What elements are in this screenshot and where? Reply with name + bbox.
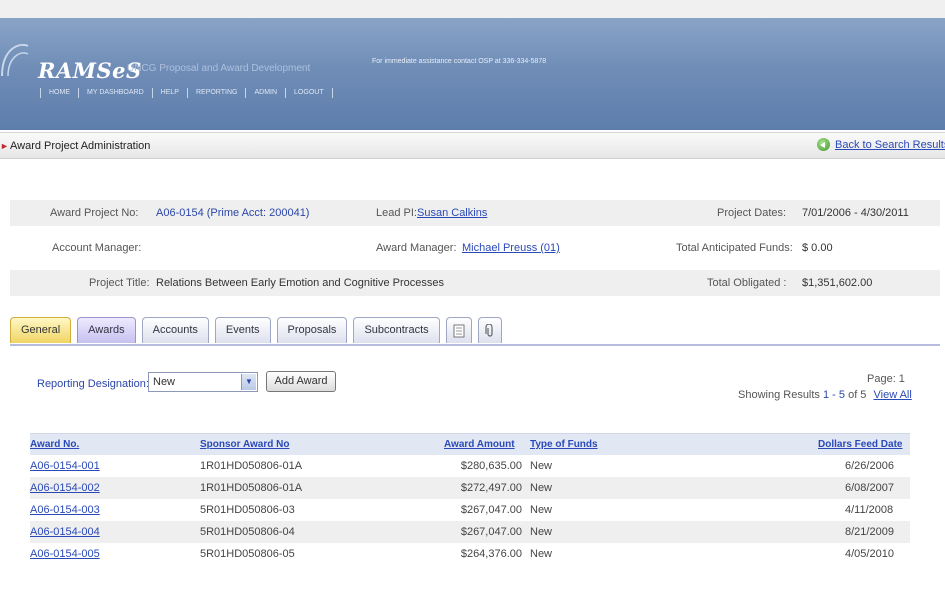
results-summary: Showing Results 1 - 5 of 5 View All [738, 389, 912, 401]
document-icon [453, 324, 465, 337]
lead-pi-link[interactable]: Susan Calkins [417, 207, 487, 219]
tab-divider [10, 344, 940, 346]
lead-pi-label: Lead PI: [376, 207, 417, 219]
award-project-no-label: Award Project No: [50, 207, 139, 219]
award-project-no-value: A06-0154 (Prime Acct: 200041) [156, 207, 310, 219]
dollars-feed-date: 8/21/2009 [845, 526, 894, 538]
col-award-no[interactable]: Award No. [30, 439, 79, 450]
back-arrow-icon[interactable] [817, 138, 830, 151]
type-of-funds: New [530, 482, 553, 494]
project-title-label: Project Title: [89, 277, 150, 289]
paperclip-icon [485, 323, 493, 337]
award-no-link[interactable]: A06-0154-005 [30, 548, 100, 560]
award-amount: $267,047.00 [460, 526, 522, 538]
project-dates-value: 7/01/2006 - 4/30/2011 [802, 207, 909, 219]
tab-bar: General Awards Accounts Events Proposals… [10, 317, 508, 345]
type-of-funds: New [530, 548, 553, 560]
award-no-link[interactable]: A06-0154-001 [30, 460, 100, 472]
page-title: Award Project Administration [10, 140, 151, 152]
top-strip [0, 0, 945, 18]
reporting-designation-value: New [153, 376, 176, 388]
nav-reporting[interactable]: REPORTING [186, 88, 246, 98]
col-type-of-funds[interactable]: Type of Funds [530, 439, 598, 450]
reporting-designation-label: Reporting Designation: [37, 378, 149, 390]
tab-awards[interactable]: Awards [77, 317, 136, 343]
award-manager-link[interactable]: Michael Preuss (01) [462, 242, 560, 254]
reporting-designation-select[interactable]: New ▼ [148, 372, 258, 392]
add-award-button[interactable]: Add Award [266, 371, 336, 392]
sponsor-award-no: 5R01HD050806-05 [200, 548, 295, 560]
tab-general[interactable]: General [10, 317, 72, 343]
tab-events[interactable]: Events [214, 317, 271, 343]
showing-total: of 5 [848, 389, 867, 401]
col-award-amount[interactable]: Award Amount [444, 439, 515, 450]
main-nav: HOME MY DASHBOARD HELP REPORTING ADMIN L… [40, 86, 333, 100]
dollars-feed-date: 4/05/2010 [845, 548, 894, 560]
dollars-feed-date: 6/26/2006 [845, 460, 894, 472]
total-anticipated-label: Total Anticipated Funds: [676, 242, 793, 254]
showing-range: 1 - 5 [823, 389, 846, 401]
award-no-link[interactable]: A06-0154-003 [30, 504, 100, 516]
info-row: Award Project No: A06-0154 (Prime Acct: … [10, 200, 940, 226]
table-header: Award No. Sponsor Award No Award Amount … [30, 433, 910, 455]
total-obligated-value: $1,351,602.00 [802, 277, 873, 289]
tab-accounts[interactable]: Accounts [141, 317, 209, 343]
showing-prefix: Showing Results [738, 389, 820, 401]
award-amount: $280,635.00 [460, 460, 522, 472]
award-no-link[interactable]: A06-0154-002 [30, 482, 100, 494]
chevron-down-icon[interactable]: ▼ [241, 374, 256, 390]
project-info-panel: Award Project No: A06-0154 (Prime Acct: … [10, 200, 940, 296]
type-of-funds: New [530, 504, 553, 516]
sponsor-award-no: 1R01HD050806-01A [200, 460, 303, 472]
project-dates-label: Project Dates: [717, 207, 787, 219]
table-row: A06-0154-003 5R01HD050806-03 $267,047.00… [30, 499, 910, 521]
type-of-funds: New [530, 460, 553, 472]
type-of-funds: New [530, 526, 553, 538]
award-amount: $272,497.00 [460, 482, 522, 494]
page-indicator: Page: 1 [867, 373, 905, 385]
nav-home[interactable]: HOME [40, 88, 78, 98]
total-anticipated-value: $ 0.00 [802, 242, 833, 254]
table-row: A06-0154-002 1R01HD050806-01A $272,497.0… [30, 477, 910, 499]
header-banner: RAMSeS UNCG Proposal and Award Developme… [0, 18, 945, 130]
info-row: Project Title: Relations Between Early E… [10, 270, 940, 296]
award-manager-label: Award Manager: [376, 242, 457, 254]
nav-my-dashboard[interactable]: MY DASHBOARD [78, 88, 152, 98]
assistance-text: For immediate assistance contact OSP at … [372, 58, 547, 65]
nav-logout[interactable]: LOGOUT [285, 88, 333, 98]
logo-swirl-icon [1, 43, 29, 77]
tab-subcontracts[interactable]: Subcontracts [353, 317, 440, 343]
view-all-link[interactable]: View All [874, 389, 912, 401]
tab-attachments[interactable] [477, 317, 502, 343]
awards-table: Award No. Sponsor Award No Award Amount … [30, 433, 910, 565]
sponsor-award-no: 1R01HD050806-01A [200, 482, 303, 494]
table-row: A06-0154-005 5R01HD050806-05 $264,376.00… [30, 543, 910, 565]
col-sponsor-award-no[interactable]: Sponsor Award No [200, 439, 289, 450]
table-row: A06-0154-001 1R01HD050806-01A $280,635.0… [30, 455, 910, 477]
award-amount: $267,047.00 [460, 504, 522, 516]
info-row: Account Manager: Award Manager: Michael … [10, 235, 940, 261]
table-row: A06-0154-004 5R01HD050806-04 $267,047.00… [30, 521, 910, 543]
app-subtitle: UNCG Proposal and Award Development [127, 63, 311, 74]
sponsor-award-no: 5R01HD050806-04 [200, 526, 295, 538]
tab-proposals[interactable]: Proposals [276, 317, 348, 343]
dollars-feed-date: 6/08/2007 [845, 482, 894, 494]
nav-help[interactable]: HELP [151, 88, 187, 98]
award-no-link[interactable]: A06-0154-004 [30, 526, 100, 538]
sponsor-award-no: 5R01HD050806-03 [200, 504, 295, 516]
nav-admin[interactable]: ADMIN [245, 88, 285, 98]
project-title-value: Relations Between Early Emotion and Cogn… [156, 277, 444, 289]
section-header: ► Award Project Administration Back to S… [0, 132, 945, 159]
col-dollars-feed-date[interactable]: Dollars Feed Date [818, 439, 902, 450]
dollars-feed-date: 4/11/2008 [845, 504, 894, 516]
award-amount: $264,376.00 [460, 548, 522, 560]
total-obligated-label: Total Obligated : [707, 277, 787, 289]
section-arrow-icon: ► [0, 141, 9, 151]
tab-documents[interactable] [445, 317, 472, 343]
account-manager-label: Account Manager: [52, 242, 142, 254]
back-to-search-link[interactable]: Back to Search Results/Lis [835, 139, 945, 151]
